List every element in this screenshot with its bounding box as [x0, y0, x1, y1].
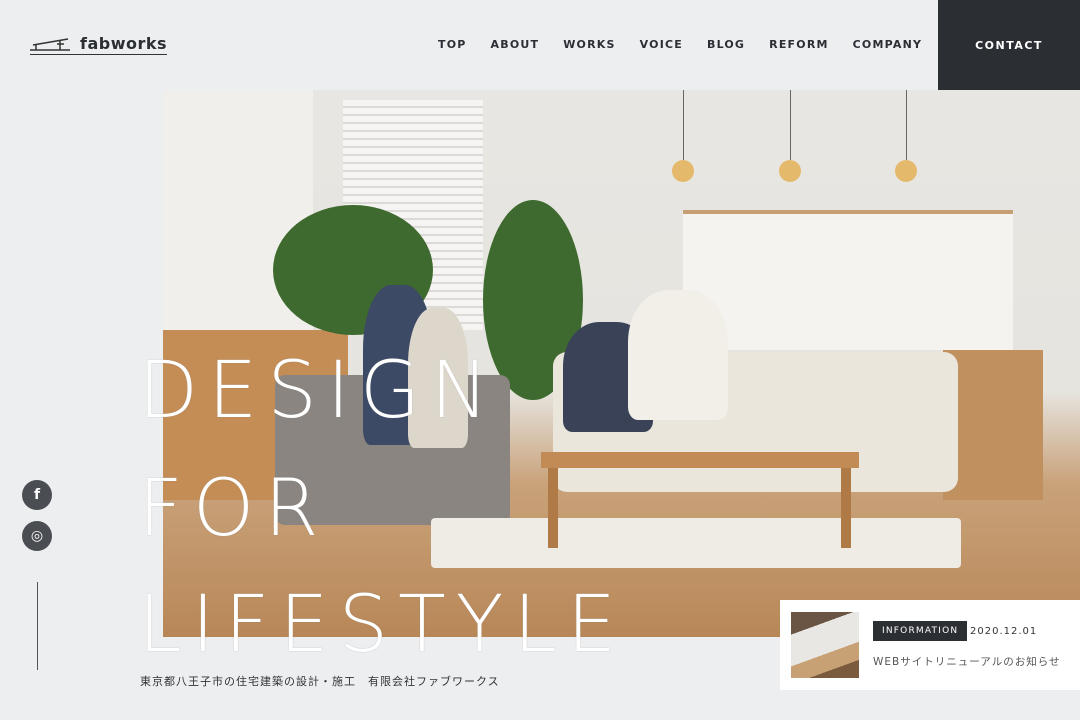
logo-text: fabworks: [80, 34, 168, 53]
main-nav: TOP ABOUT WORKS VOICE BLOG REFORM COMPAN…: [438, 38, 922, 51]
tagline: 東京都八王子市の住宅建築の設計・施工 有限会社ファブワークス: [140, 675, 500, 688]
news-category-badge: INFORMATION: [873, 621, 968, 641]
logo[interactable]: fabworks: [30, 34, 168, 55]
headline-line-2: FOR: [138, 464, 329, 554]
news-title[interactable]: WEBサイトリニューアルのお知らせ: [873, 654, 1060, 669]
nav-works[interactable]: WORKS: [563, 38, 615, 51]
house-logo-icon: [30, 37, 70, 51]
headline-line-1: DESIGN: [138, 346, 499, 436]
news-thumbnail: [791, 612, 859, 678]
facebook-icon[interactable]: f: [22, 480, 52, 510]
nav-company[interactable]: COMPANY: [853, 38, 923, 51]
contact-button[interactable]: CONTACT: [938, 0, 1080, 90]
scroll-line: [37, 582, 38, 670]
nav-about[interactable]: ABOUT: [491, 38, 540, 51]
nav-reform[interactable]: REFORM: [769, 38, 828, 51]
instagram-icon[interactable]: ◎: [22, 521, 52, 551]
nav-blog[interactable]: BLOG: [707, 38, 745, 51]
nav-top[interactable]: TOP: [438, 38, 467, 51]
news-date: 2020.12.01: [970, 626, 1038, 637]
news-card[interactable]: INFORMATION 2020.12.01 WEBサイトリニューアルのお知らせ: [780, 600, 1080, 690]
headline-line-3: LIFESTYLE: [138, 580, 627, 670]
nav-voice[interactable]: VOICE: [640, 38, 683, 51]
